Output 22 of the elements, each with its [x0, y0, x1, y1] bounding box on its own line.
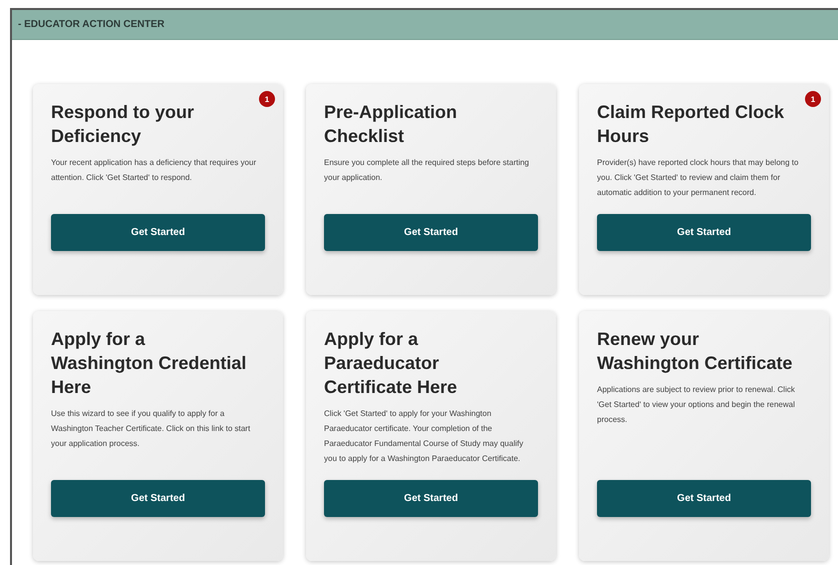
card-description: Applications are subject to review prior to renewal. Click 'Get Started' to view your options and begin the renewal process. — [597, 384, 796, 426]
get-started-button[interactable]: Get Started — [51, 214, 265, 251]
notification-badge: 1 — [805, 91, 821, 107]
card-description: Your recent application has a deficiency that requires your attention. Click 'Get Started' to respond. — [51, 157, 258, 184]
get-started-button[interactable]: Get Started — [597, 214, 811, 251]
panel-title: - EDUCATOR ACTION CENTER — [18, 19, 164, 30]
card-title: Pre-Application Checklist — [324, 101, 458, 148]
card-title: Apply for a Paraeducator Certificate Here — [324, 328, 458, 399]
card-title: Claim Reported Clock Hours — [597, 101, 786, 148]
get-started-button[interactable]: Get Started — [597, 480, 811, 517]
get-started-button[interactable]: Get Started — [324, 480, 538, 517]
get-started-button[interactable]: Get Started — [324, 214, 538, 251]
card-description: Click 'Get Started' to apply for your Washington Paraeducator certificate. Your completion of the Paraeducator Fundamental Course of Study may qualify you to apply for a Washington Paraeducator Certificate. — [324, 408, 524, 465]
get-started-button[interactable]: Get Started — [51, 480, 265, 517]
card-description: Ensure you complete all the required steps before starting your application. — [324, 157, 530, 184]
card-title: Renew your Washington Certificate — [597, 328, 794, 375]
notification-badge: 1 — [259, 91, 275, 107]
card-description: Provider(s) have reported clock hours that may belong to you. Click 'Get Started' to review and claim them for automatic addition to your permanent record. — [597, 157, 800, 199]
card-title: Apply for a Washington Credential Here — [51, 328, 248, 399]
card-description: Use this wizard to see if you qualify to apply for a Washington Teacher Certificate. Click on this link to start your application process. — [51, 408, 252, 450]
panel-header[interactable]: - EDUCATOR ACTION CENTER — [12, 10, 838, 40]
card-title: Respond to your Deficiency — [51, 101, 195, 148]
